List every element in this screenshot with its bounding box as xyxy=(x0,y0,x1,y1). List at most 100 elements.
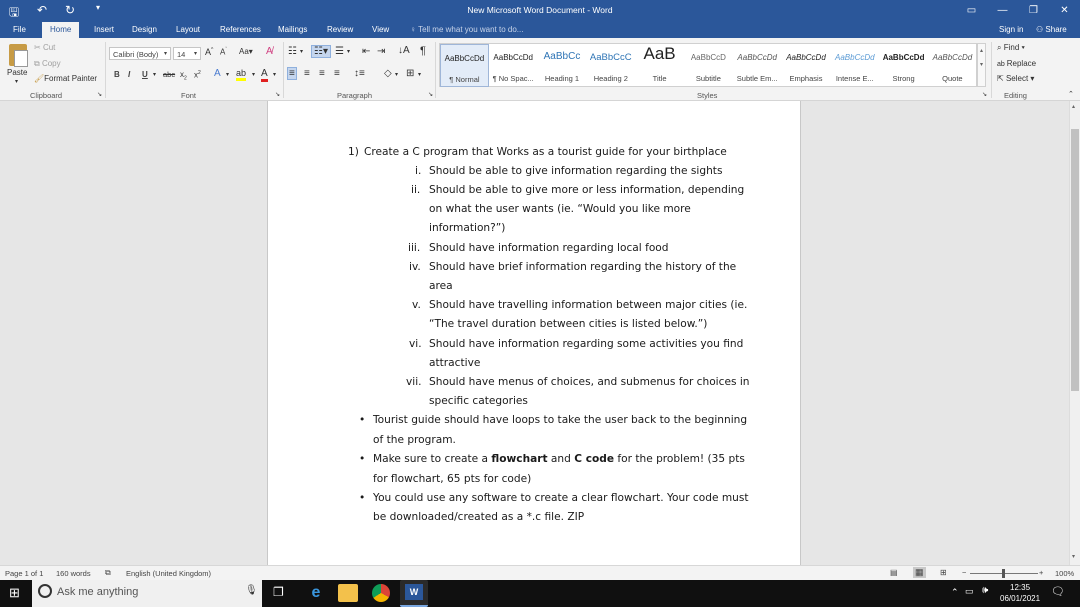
underline-dropdown-icon[interactable]: ▾ xyxy=(153,71,156,78)
volume-icon[interactable]: 🕪 xyxy=(982,585,988,596)
word-taskbar-button[interactable]: W xyxy=(400,580,428,607)
clipboard-launcher-icon[interactable]: ↘ xyxy=(97,91,102,98)
font-launcher-icon[interactable]: ↘ xyxy=(275,91,280,98)
justify-icon[interactable]: ≡ xyxy=(334,68,340,79)
bullets-icon[interactable]: ☷ xyxy=(288,46,297,57)
font-color-icon[interactable]: A xyxy=(261,68,268,82)
word-count[interactable]: 160 words xyxy=(56,569,91,578)
zoom-slider-thumb[interactable] xyxy=(1002,569,1005,578)
strikethrough-icon[interactable]: abc xyxy=(163,70,175,79)
notifications-icon[interactable]: 🗨 xyxy=(1051,585,1065,598)
zoom-level[interactable]: 100% xyxy=(1055,569,1074,578)
print-layout-icon[interactable]: ▦ xyxy=(913,567,926,578)
italic-icon[interactable]: I xyxy=(128,70,130,79)
show-formatting-icon[interactable]: ¶ xyxy=(420,45,426,57)
vertical-scrollbar[interactable]: ▴ ▾ xyxy=(1069,101,1080,565)
tab-design[interactable]: Design xyxy=(132,25,157,34)
edge-icon[interactable]: e xyxy=(306,584,326,602)
borders-icon[interactable]: ⊞ xyxy=(406,68,414,79)
tab-review[interactable]: Review xyxy=(327,25,353,34)
chevron-down-icon[interactable]: ▾ xyxy=(273,71,276,78)
tab-home[interactable]: Home xyxy=(42,22,80,39)
style-subtitle[interactable]: AaBbCcD Subtitle xyxy=(684,44,733,87)
show-hidden-icons-icon[interactable]: ⌃ xyxy=(951,587,959,598)
chevron-down-icon[interactable]: ▾ xyxy=(252,71,255,78)
text-effects-icon[interactable]: A xyxy=(214,68,221,79)
tell-me-box[interactable]: ♀ Tell me what you want to do... xyxy=(410,25,523,34)
highlight-color-icon[interactable]: ab xyxy=(236,68,247,81)
chevron-down-icon[interactable]: ▾ xyxy=(347,48,350,55)
numbering-icon[interactable]: ☷▾ xyxy=(311,45,331,58)
multilevel-list-icon[interactable]: ☰ xyxy=(335,46,344,57)
tab-insert[interactable]: Insert xyxy=(94,25,114,34)
clear-formatting-icon[interactable]: A̸ xyxy=(266,46,273,57)
system-clock[interactable]: 12:35 06/01/2021 xyxy=(1000,582,1040,604)
style-no-spacing[interactable]: AaBbCcDd ¶ No Spac... xyxy=(489,44,538,87)
cut-button[interactable]: ✂ Cut xyxy=(34,43,55,52)
sign-in-link[interactable]: Sign in xyxy=(999,25,1023,34)
cortana-search-box[interactable]: Ask me anything 🎙 xyxy=(32,580,262,607)
page-count[interactable]: Page 1 of 1 xyxy=(5,569,43,578)
read-mode-icon[interactable]: ▤ xyxy=(890,568,898,577)
paste-icon[interactable] xyxy=(9,44,28,67)
chevron-down-icon[interactable]: ▾ xyxy=(395,71,398,78)
style-title[interactable]: AaB Title xyxy=(635,44,684,87)
sort-icon[interactable]: ↓A xyxy=(398,45,410,56)
tab-view[interactable]: View xyxy=(372,25,389,34)
scroll-down-icon[interactable]: ▾ xyxy=(1072,553,1075,560)
zoom-in-icon[interactable]: + xyxy=(1039,568,1043,577)
format-painter-button[interactable]: 🖌Format Painter xyxy=(34,74,97,83)
chrome-icon[interactable] xyxy=(372,584,390,602)
proofing-icon[interactable]: ⧉ xyxy=(105,568,111,578)
style-subtle-emphasis[interactable]: AaBbCcDd Subtle Em... xyxy=(733,44,782,87)
chevron-down-icon[interactable]: ▾ xyxy=(226,71,229,78)
language-indicator[interactable]: English (United Kingdom) xyxy=(126,569,211,578)
decrease-indent-icon[interactable]: ⇤ xyxy=(362,46,370,57)
style-heading-1[interactable]: AaBbCc Heading 1 xyxy=(538,44,587,87)
style-strong[interactable]: AaBbCcDd Strong xyxy=(879,44,928,87)
bold-icon[interactable]: B xyxy=(114,70,120,79)
style-emphasis[interactable]: AaBbCcDd Emphasis xyxy=(782,44,831,87)
share-button[interactable]: ⚇ Share xyxy=(1036,25,1067,34)
find-button[interactable]: ⌕ Find ▾ xyxy=(997,43,1025,53)
paste-button[interactable]: Paste xyxy=(7,68,27,77)
align-left-icon[interactable]: ≡ xyxy=(287,67,297,80)
subscript-icon[interactable]: x2 xyxy=(180,70,187,82)
change-case-icon[interactable]: Aa▾ xyxy=(239,47,253,56)
style-intense-emphasis[interactable]: AaBbCcDd Intense E... xyxy=(830,44,879,87)
superscript-icon[interactable]: x2 xyxy=(194,70,201,80)
scrollbar-thumb[interactable] xyxy=(1071,129,1079,391)
style-heading-2[interactable]: AaBbCcC Heading 2 xyxy=(586,44,635,87)
align-center-icon[interactable]: ≡ xyxy=(304,68,310,79)
shading-icon[interactable]: ◇ xyxy=(384,68,392,79)
font-size-select[interactable]: 14 ▾ xyxy=(173,47,201,60)
restore-button[interactable]: ❐ xyxy=(1018,0,1049,22)
close-button[interactable]: ✕ xyxy=(1049,0,1080,22)
underline-icon[interactable]: U xyxy=(142,70,148,79)
styles-launcher-icon[interactable]: ↘ xyxy=(982,91,987,98)
collapse-ribbon-icon[interactable]: ⌃ xyxy=(1068,90,1074,98)
chevron-down-icon[interactable]: ▾ xyxy=(300,48,303,55)
web-layout-icon[interactable]: ⊞ xyxy=(940,568,947,577)
tab-mailings[interactable]: Mailings xyxy=(278,25,307,34)
style-quote[interactable]: AaBbCcDd Quote xyxy=(928,44,977,87)
select-button[interactable]: ⇱ Select ▾ xyxy=(997,74,1034,83)
tab-layout[interactable]: Layout xyxy=(176,25,200,34)
grow-font-icon[interactable]: A^ xyxy=(205,47,213,57)
increase-indent-icon[interactable]: ⇥ xyxy=(377,46,385,57)
paragraph-launcher-icon[interactable]: ↘ xyxy=(428,91,433,98)
chevron-down-icon[interactable]: ▾ xyxy=(418,71,421,78)
replace-button[interactable]: ab Replace xyxy=(997,59,1036,68)
file-explorer-icon[interactable] xyxy=(338,584,358,602)
tab-file[interactable]: File xyxy=(13,25,26,34)
minimize-button[interactable]: — xyxy=(987,0,1018,22)
zoom-out-icon[interactable]: − xyxy=(962,568,966,577)
styles-gallery-scroll[interactable]: ▴ ▾ xyxy=(977,43,986,87)
paste-dropdown-icon[interactable]: ▾ xyxy=(15,78,18,85)
line-spacing-icon[interactable]: ↕≡ xyxy=(354,68,365,79)
shrink-font-icon[interactable]: Aˇ xyxy=(220,47,227,57)
tab-references[interactable]: References xyxy=(220,25,261,34)
microphone-icon[interactable]: 🎙 xyxy=(245,585,258,596)
document-page[interactable]: 1) Create a C program that Works as a to… xyxy=(267,101,801,565)
windows-start-icon[interactable]: ⊞ xyxy=(9,585,20,601)
